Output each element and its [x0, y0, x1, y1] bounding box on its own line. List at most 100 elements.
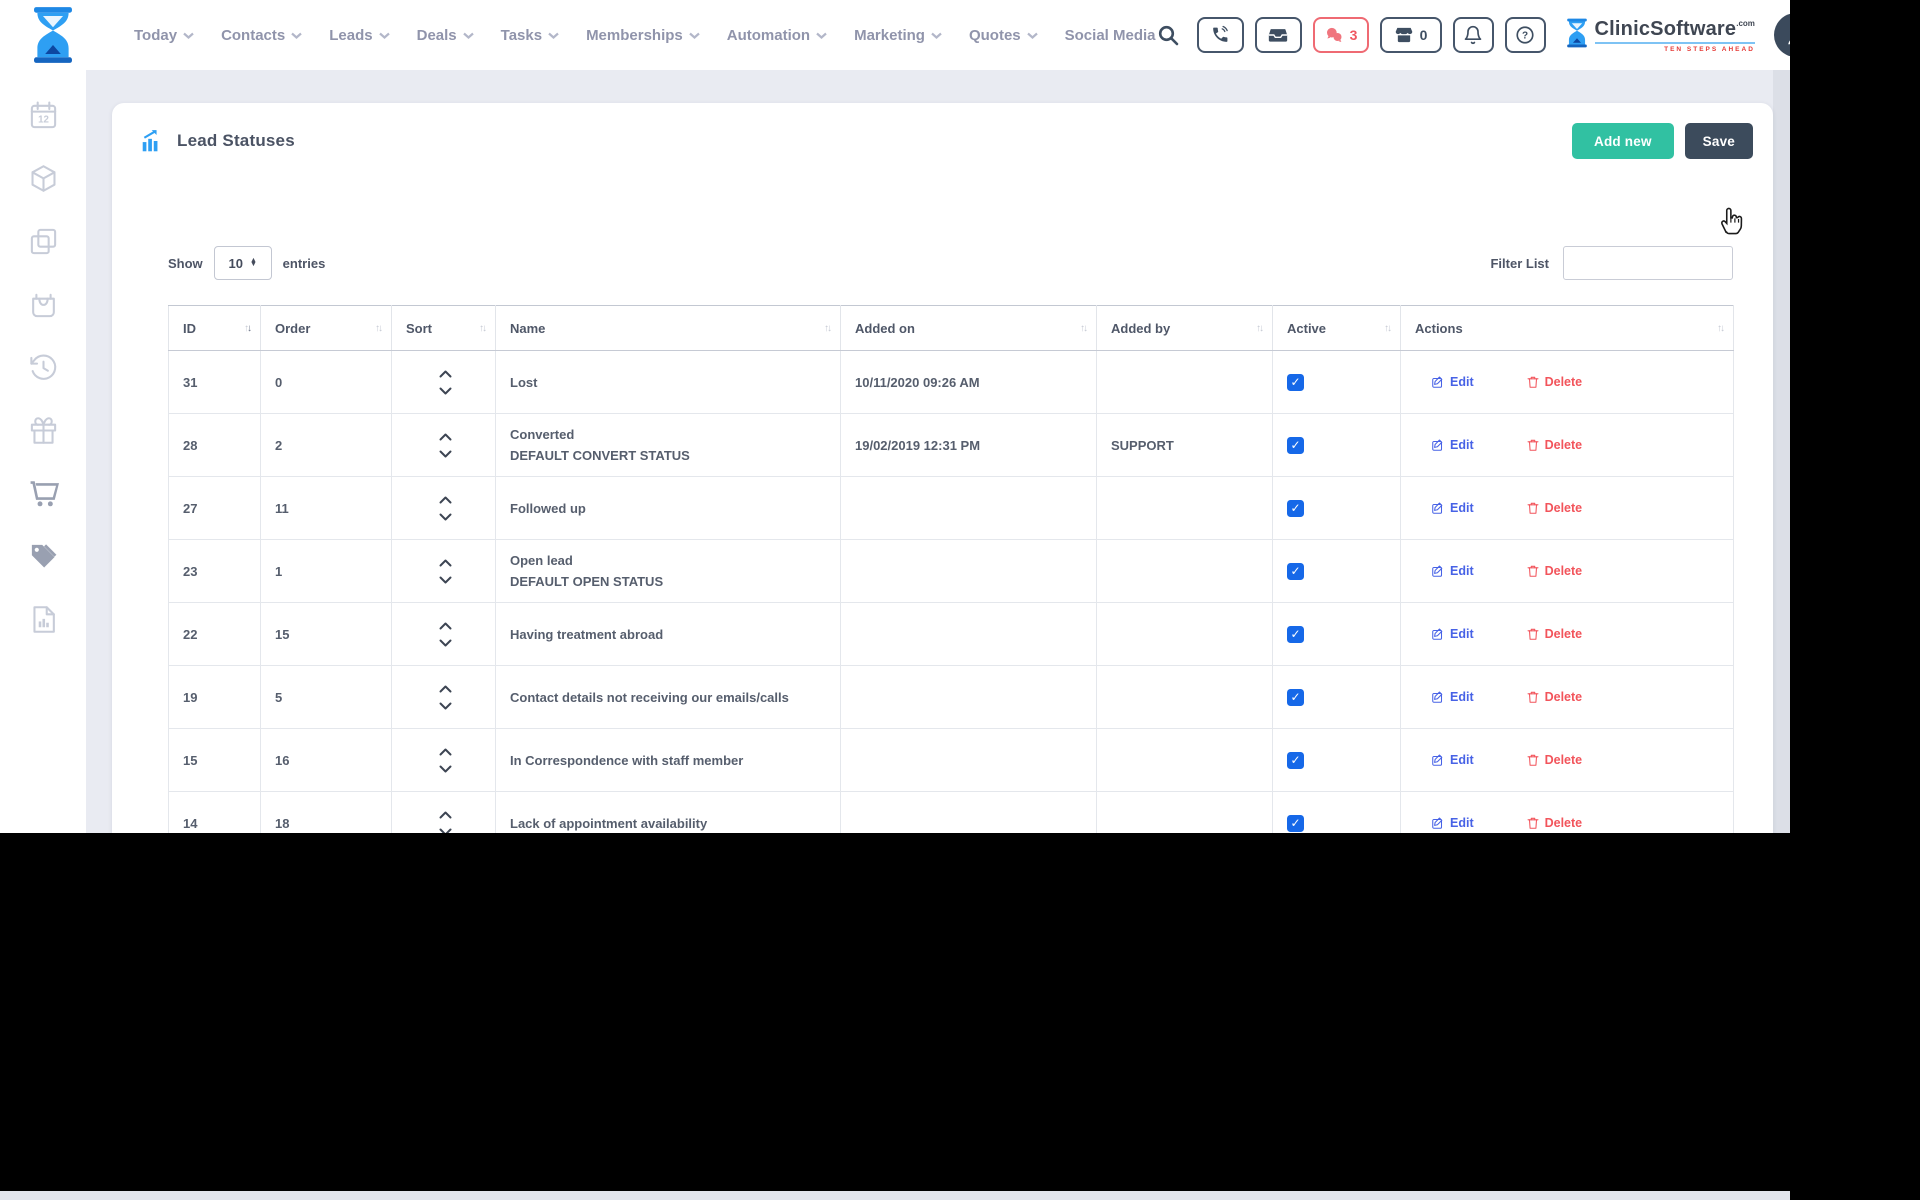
nav-item-tasks[interactable]: Tasks: [501, 27, 559, 44]
trash-icon: [1526, 375, 1540, 389]
column-header-actions[interactable]: Actions ↑↓: [1401, 306, 1734, 351]
edit-link[interactable]: Edit: [1431, 816, 1474, 830]
move-up-button[interactable]: [439, 496, 452, 504]
column-label: Actions: [1415, 321, 1463, 336]
delete-link[interactable]: Delete: [1526, 501, 1583, 515]
edit-link[interactable]: Edit: [1431, 501, 1474, 515]
gift-icon[interactable]: [28, 415, 59, 446]
cell-order: 18: [275, 816, 289, 831]
nav-item-marketing[interactable]: Marketing: [854, 27, 942, 44]
price-tags-icon[interactable]: [28, 541, 59, 572]
phone-button[interactable]: [1197, 17, 1244, 53]
delete-link[interactable]: Delete: [1526, 627, 1583, 641]
move-up-button[interactable]: [439, 685, 452, 693]
move-up-button[interactable]: [439, 559, 452, 567]
active-checkbox[interactable]: ✓: [1287, 500, 1304, 517]
search-icon[interactable]: [1156, 23, 1180, 47]
filter-input[interactable]: [1563, 246, 1733, 280]
cell-name: Having treatment abroad: [510, 627, 830, 642]
active-checkbox[interactable]: ✓: [1287, 815, 1304, 832]
chat-button[interactable]: 3: [1313, 17, 1369, 53]
help-button[interactable]: ?: [1505, 17, 1546, 53]
cart-icon[interactable]: [28, 478, 59, 509]
nav-item-deals[interactable]: Deals: [417, 27, 474, 44]
edit-link[interactable]: Edit: [1431, 753, 1474, 767]
active-checkbox[interactable]: ✓: [1287, 374, 1304, 391]
add-new-button[interactable]: Add new: [1572, 123, 1674, 159]
delete-link[interactable]: Delete: [1526, 753, 1583, 767]
active-checkbox[interactable]: ✓: [1287, 437, 1304, 454]
cell-order: 0: [275, 375, 282, 390]
save-button[interactable]: Save: [1685, 123, 1753, 159]
move-up-button[interactable]: [439, 748, 452, 756]
move-up-button[interactable]: [439, 370, 452, 378]
column-header-added-by[interactable]: Added by↑↓: [1097, 306, 1273, 351]
move-up-button[interactable]: [439, 622, 452, 630]
delete-link[interactable]: Delete: [1526, 438, 1583, 452]
scrollbar[interactable]: [1773, 70, 1790, 833]
cell-name: Lack of appointment availability: [510, 816, 830, 831]
nav-item-label: Contacts: [221, 27, 285, 44]
logo-text: ClinicSoftware: [1595, 18, 1737, 41]
page-size-select[interactable]: 10 ▲▼: [214, 246, 272, 280]
nav-item-memberships[interactable]: Memberships: [586, 27, 700, 44]
table-row: 2711Followed up✓EditDelete: [169, 477, 1734, 540]
report-document-icon[interactable]: [28, 604, 59, 635]
basket-icon[interactable]: [28, 289, 59, 320]
delete-link[interactable]: Delete: [1526, 816, 1583, 830]
move-down-button[interactable]: [439, 450, 452, 458]
column-header-added-on[interactable]: Added on↑↓: [841, 306, 1097, 351]
column-label: Active: [1287, 321, 1326, 336]
sort-arrows-icon: ↑↓: [1717, 323, 1723, 334]
duplicate-pages-icon[interactable]: [28, 226, 59, 257]
move-up-button[interactable]: [439, 433, 452, 441]
active-checkbox[interactable]: ✓: [1287, 626, 1304, 643]
edit-link[interactable]: Edit: [1431, 627, 1474, 641]
active-checkbox[interactable]: ✓: [1287, 689, 1304, 706]
move-down-button[interactable]: [439, 513, 452, 521]
column-header-id[interactable]: ID↑↓: [169, 306, 261, 351]
edit-link[interactable]: Edit: [1431, 438, 1474, 452]
cell-id: 14: [183, 816, 197, 831]
trash-icon: [1526, 501, 1540, 515]
active-checkbox[interactable]: ✓: [1287, 752, 1304, 769]
main-content: Lead Statuses Add new Save Show 10 ▲▼ en…: [86, 70, 1790, 833]
nav-item-today[interactable]: Today: [134, 27, 194, 44]
inbox-button[interactable]: [1255, 17, 1302, 53]
column-header-order[interactable]: Order↑↓: [261, 306, 392, 351]
active-checkbox[interactable]: ✓: [1287, 563, 1304, 580]
move-up-button[interactable]: [439, 811, 452, 819]
delete-link[interactable]: Delete: [1526, 375, 1583, 389]
edit-link[interactable]: Edit: [1431, 564, 1474, 578]
chevron-down-icon: [463, 32, 474, 39]
move-down-button[interactable]: [439, 576, 452, 584]
nav-item-automation[interactable]: Automation: [727, 27, 827, 44]
products-cube-icon[interactable]: [28, 163, 59, 194]
delete-link[interactable]: Delete: [1526, 690, 1583, 704]
move-down-button[interactable]: [439, 702, 452, 710]
nav-item-quotes[interactable]: Quotes: [969, 27, 1038, 44]
clinicsoftware-wordmark[interactable]: ClinicSoftware .com TEN STEPS AHEAD: [1565, 18, 1755, 53]
move-down-button[interactable]: [439, 387, 452, 395]
nav-item-contacts[interactable]: Contacts: [221, 27, 302, 44]
move-down-button[interactable]: [439, 828, 452, 834]
cell-order: 5: [275, 690, 282, 705]
move-down-button[interactable]: [439, 639, 452, 647]
user-avatar[interactable]: [1774, 13, 1790, 57]
column-header-name[interactable]: Name↑↓: [496, 306, 841, 351]
nav-item-social-media[interactable]: Social Media: [1065, 27, 1156, 44]
move-down-button[interactable]: [439, 765, 452, 773]
edit-link[interactable]: Edit: [1431, 690, 1474, 704]
clinicsoftware-hourglass-logo[interactable]: [30, 6, 76, 64]
column-header-active[interactable]: Active↑↓: [1273, 306, 1401, 351]
history-icon[interactable]: [28, 352, 59, 383]
chevron-down-icon: [1027, 32, 1038, 39]
notifications-button[interactable]: [1453, 17, 1494, 53]
delete-link[interactable]: Delete: [1526, 564, 1583, 578]
nav-item-leads[interactable]: Leads: [329, 27, 389, 44]
calendar-icon[interactable]: 12: [28, 100, 59, 131]
column-header-sort[interactable]: Sort↑↓: [392, 306, 496, 351]
nav-item-label: Automation: [727, 27, 810, 44]
edit-link[interactable]: Edit: [1431, 375, 1474, 389]
store-button[interactable]: 0: [1380, 17, 1442, 53]
